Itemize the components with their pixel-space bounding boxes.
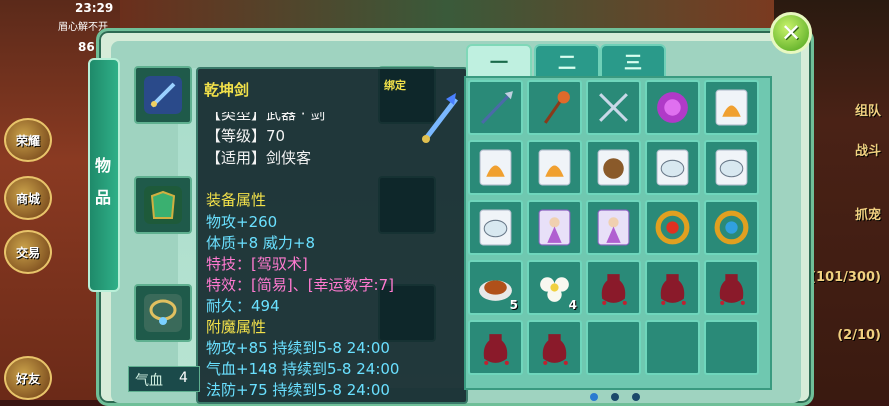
fire-ring-icon <box>655 210 690 245</box>
hp-stat: 气血 4 <box>128 366 200 392</box>
red-wine-jar-icon <box>601 274 627 305</box>
close-icon: ✕ <box>780 19 802 47</box>
inventory-slot[interactable] <box>468 140 523 195</box>
inventory-slot[interactable] <box>645 200 700 255</box>
tooltip-line: 气血+148 持续到5-8 24:00 <box>206 360 400 378</box>
tooltip-type-line: 【类型】武器 · 剑 <box>206 105 326 123</box>
equip-slot-weapon[interactable] <box>134 66 192 124</box>
tooltip-line: 耐久：494 <box>206 297 280 315</box>
inventory-slot[interactable] <box>468 200 523 255</box>
inventory-slot[interactable] <box>586 260 641 315</box>
tooltip-line: 特效：[简易]、[幸运数字:7] <box>206 276 395 294</box>
tooltip-line: 【适用】剑侠客 <box>206 149 312 167</box>
inventory-slot[interactable] <box>704 260 759 315</box>
inventory-slot[interactable] <box>645 140 700 195</box>
tab-3[interactable]: 三 <box>600 44 666 80</box>
inventory-slot[interactable] <box>704 140 759 195</box>
tooltip-line: 【等级】70 <box>206 127 286 145</box>
bear-card-icon <box>597 149 630 186</box>
clock: 23:29 <box>75 1 114 15</box>
catch-pet-label[interactable]: 抓宠 <box>855 204 881 223</box>
team-label[interactable]: 组队 <box>855 100 881 119</box>
inventory-slot[interactable] <box>586 80 641 135</box>
battle-label[interactable]: 战斗 <box>855 140 881 159</box>
inventory-slot[interactable]: 5 <box>468 260 523 315</box>
tab-1[interactable]: 一 <box>466 44 532 80</box>
inventory-slot[interactable] <box>586 140 641 195</box>
tooltip-line: 体质+8 威力+8 <box>206 234 315 252</box>
sword-icon <box>422 93 458 143</box>
white-tiger-card-icon <box>715 149 748 186</box>
equip-slot-armor[interactable] <box>134 176 192 234</box>
inventory-slot[interactable] <box>586 320 641 375</box>
phoenix-card-icon <box>479 149 512 186</box>
inventory-slot[interactable] <box>527 80 582 135</box>
honor-button[interactable]: 荣耀 <box>4 118 52 162</box>
tab-items-vertical[interactable]: 物 品 <box>88 58 120 292</box>
tooltip-line: 附魔属性 <box>206 318 267 336</box>
red-wine-jar-icon <box>660 274 686 305</box>
tooltip-line: 物攻+260 <box>206 213 278 231</box>
purple-gem-icon <box>657 92 688 123</box>
phoenix-card-icon <box>538 149 571 186</box>
red-wine-jar-icon <box>483 334 509 365</box>
red-wine-jar-icon <box>719 274 745 305</box>
inventory-slot[interactable] <box>468 320 523 375</box>
item-name: 乾坤剑 <box>204 81 250 99</box>
item-tooltip: 乾坤剑 绑定 【类型】武器 · 剑 【等级】70 【适用】剑侠客 装备属性 物攻… <box>196 67 468 404</box>
stat-value: 4 <box>179 370 188 386</box>
white-tiger-card-icon <box>656 149 689 186</box>
necklace-icon <box>144 294 182 332</box>
inventory-slot[interactable] <box>704 80 759 135</box>
tooltip-line: 装备属性 <box>206 191 267 209</box>
spear-icon <box>481 91 513 124</box>
inventory-slot[interactable]: 4 <box>527 260 582 315</box>
stat-label: 气血 <box>135 373 163 389</box>
armor-icon <box>144 186 182 224</box>
fairy-card-icon <box>597 209 630 246</box>
white-tiger-card-icon <box>479 209 512 246</box>
tooltip-line: 法防+75 持续到5-8 24:00 <box>206 381 390 399</box>
tooltip-line: 特技：[驾驭术] <box>206 255 308 273</box>
inventory-slot[interactable] <box>645 80 700 135</box>
quest-progress-2: (2/10) <box>837 328 881 343</box>
tab-2[interactable]: 二 <box>534 44 600 80</box>
inventory-slot[interactable] <box>704 320 759 375</box>
player-level: 86 <box>78 40 95 54</box>
item-count: 5 <box>509 298 518 312</box>
tooltip-line: 物攻+85 持续到5-8 24:00 <box>206 339 390 357</box>
inventory-slot[interactable] <box>527 320 582 375</box>
inventory-slot[interactable] <box>586 200 641 255</box>
friends-button[interactable]: 好友 <box>4 356 52 400</box>
ice-ring-icon <box>714 210 749 245</box>
inventory-slot[interactable] <box>704 200 759 255</box>
inventory-slot[interactable] <box>527 140 582 195</box>
close-button[interactable]: ✕ <box>770 12 812 54</box>
phoenix-card-icon <box>715 89 748 126</box>
swords-icon <box>599 93 628 122</box>
item-count: 4 <box>568 298 577 312</box>
equip-slot-necklace[interactable] <box>134 284 192 342</box>
trade-button[interactable]: 交易 <box>4 230 52 274</box>
inventory-slot[interactable] <box>645 320 700 375</box>
red-wine-jar-icon <box>542 334 568 365</box>
fairy-card-icon <box>538 209 571 246</box>
bound-badge: 绑定 <box>384 79 406 92</box>
staff-icon <box>543 91 570 124</box>
page-indicator <box>590 386 648 405</box>
inventory-slot[interactable] <box>468 80 523 135</box>
sword-icon <box>144 76 182 114</box>
shop-button[interactable]: 商城 <box>4 176 52 220</box>
inventory-slot[interactable] <box>527 200 582 255</box>
inventory-slot[interactable] <box>645 260 700 315</box>
